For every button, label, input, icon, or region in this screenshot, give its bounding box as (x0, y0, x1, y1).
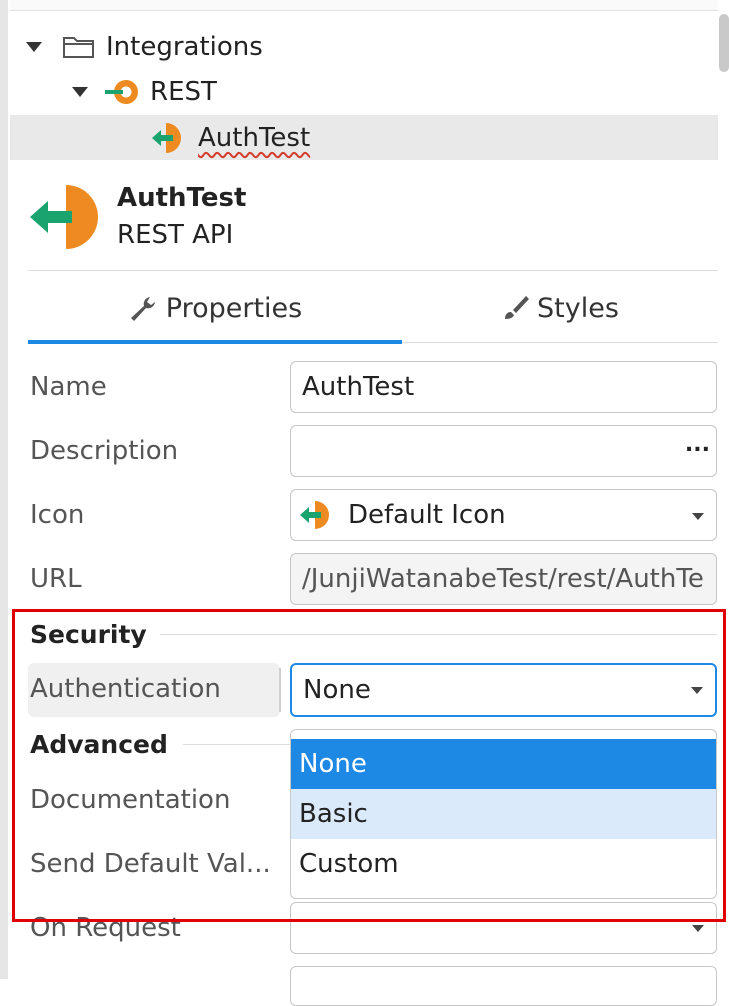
url-value: /JunjiWatanabeTest/rest/AuthTe (302, 564, 704, 594)
dropdown-arrow-icon (691, 687, 703, 694)
description-field[interactable]: ... (290, 425, 717, 477)
tree-item-label: Integrations (106, 32, 263, 62)
tree-item-label: AuthTest (198, 122, 311, 153)
documentation-label: Documentation (30, 785, 231, 815)
rest-api-large-icon (30, 185, 98, 249)
icon-value: Default Icon (348, 500, 506, 530)
section-divider (183, 744, 303, 745)
folder-icon (63, 37, 94, 58)
item-title: AuthTest (117, 183, 247, 213)
description-label: Description (30, 436, 179, 466)
security-section-title: Security (30, 620, 147, 649)
wrench-icon (130, 297, 155, 321)
authentication-label: Authentication (30, 674, 221, 704)
tree-item-rest[interactable]: REST (10, 70, 718, 114)
on-request-label: On Request (30, 913, 181, 943)
send-default-values-label: Send Default Val... (30, 849, 271, 879)
rest-connector-icon (105, 80, 138, 104)
label-divider (279, 668, 281, 712)
left-gutter (0, 0, 8, 979)
advanced-section-title: Advanced (30, 730, 168, 759)
active-tab-indicator (28, 340, 402, 344)
name-value: AuthTest (302, 372, 415, 402)
authentication-options-list: None Basic Custom (290, 729, 717, 899)
authentication-value: None (303, 675, 371, 705)
option-none[interactable]: None (291, 739, 716, 789)
header-divider (28, 270, 718, 271)
option-basic[interactable]: Basic (291, 789, 716, 839)
icon-label: Icon (30, 500, 85, 530)
tab-label: Properties (165, 292, 303, 324)
expand-arrow-icon[interactable] (72, 87, 88, 97)
tree-item-authtest[interactable]: AuthTest (10, 115, 718, 160)
tree-scrollbar[interactable] (719, 14, 729, 72)
option-custom[interactable]: Custom (291, 839, 716, 889)
name-label: Name (30, 372, 107, 402)
tab-label: Styles (537, 292, 619, 324)
description-more-button[interactable]: ... (685, 432, 710, 457)
expand-arrow-icon[interactable] (26, 42, 42, 52)
name-field[interactable]: AuthTest (290, 361, 717, 413)
url-label: URL (30, 564, 82, 594)
icon-select[interactable]: Default Icon (290, 489, 717, 541)
tree-item-label: REST (150, 77, 217, 107)
tab-styles[interactable]: Styles (402, 287, 718, 329)
url-field: /JunjiWatanabeTest/rest/AuthTe (290, 553, 717, 605)
tree-top-edge (10, 0, 718, 11)
tree-item-integrations[interactable]: Integrations (10, 25, 718, 69)
section-divider (160, 634, 717, 635)
authentication-select[interactable]: None (290, 663, 717, 717)
paintbrush-icon (505, 296, 530, 319)
rest-api-icon (152, 122, 181, 153)
rest-api-icon (300, 501, 329, 529)
next-field[interactable] (290, 966, 717, 1006)
on-request-select[interactable] (290, 902, 717, 954)
dropdown-arrow-icon (692, 925, 704, 932)
item-type: REST API (117, 220, 234, 250)
dropdown-arrow-icon (692, 513, 704, 520)
tab-properties[interactable]: Properties (28, 287, 402, 329)
